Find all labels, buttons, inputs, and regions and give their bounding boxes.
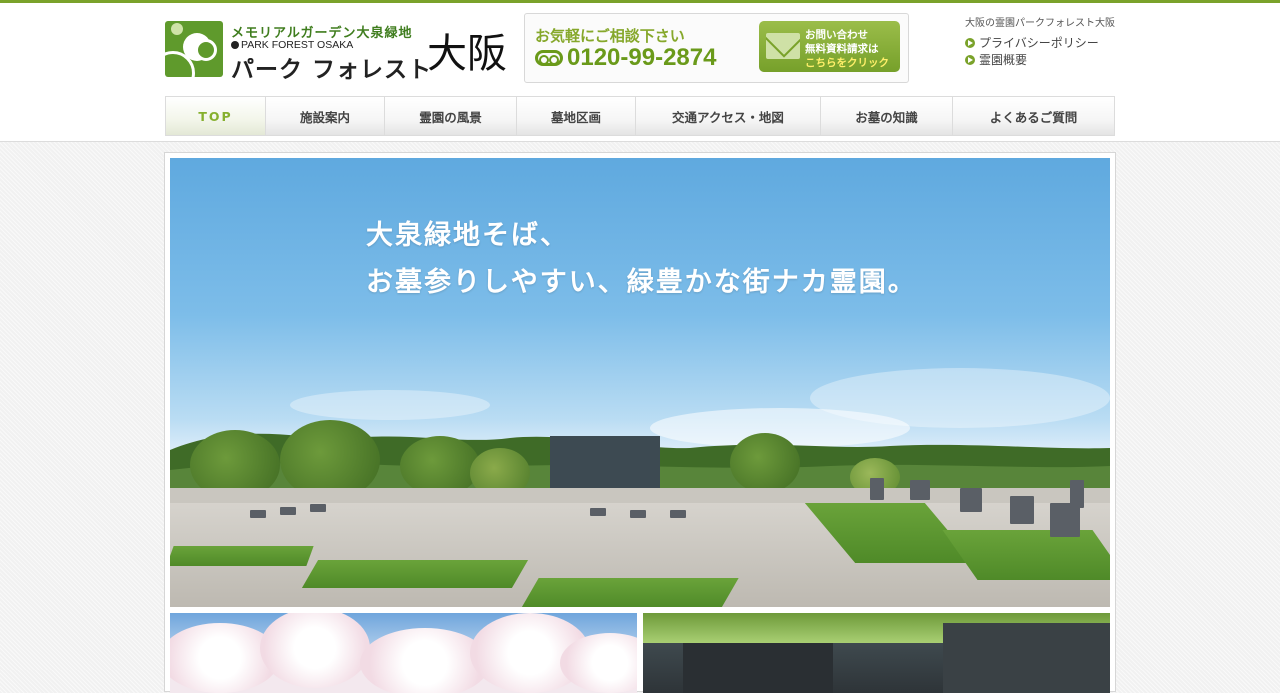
grave-plot-thumbnail[interactable] xyxy=(643,613,1110,693)
mail-icon xyxy=(766,33,800,59)
cemetery-overview-label: 霊園概要 xyxy=(979,53,1028,67)
inquiry-button-line1: お問い合わせ xyxy=(805,29,868,41)
site-logo[interactable]: メモリアルガーデン大泉緑地 PARK FOREST OSAKA パーク フォレス… xyxy=(165,20,507,83)
free-dial-icon xyxy=(535,50,563,66)
nav-scenery[interactable]: 霊園の風景 xyxy=(385,97,517,135)
tel-number: 0120-99-2874 xyxy=(567,44,717,71)
inquiry-button[interactable]: お問い合わせ 無料資料請求は こちらをクリック xyxy=(759,21,900,72)
nav-top[interactable]: TOP xyxy=(166,97,266,135)
global-nav: TOP 施設案内 霊園の風景 墓地区画 交通アクセス・地図 お墓の知識 よくある… xyxy=(165,96,1115,136)
hero-headline-2: お墓参りしやすい、緑豊かな街ナカ霊園。 xyxy=(366,267,917,298)
main-content: 大泉緑地そば、 お墓参りしやすい、緑豊かな街ナカ霊園。 xyxy=(164,152,1116,693)
cemetery-overview-link[interactable]: 霊園概要 xyxy=(965,51,1027,68)
nav-access-map[interactable]: 交通アクセス・地図 xyxy=(636,97,821,135)
header-band: メモリアルガーデン大泉緑地 PARK FOREST OSAKA パーク フォレス… xyxy=(0,3,1280,142)
logo-name: パーク フォレスト xyxy=(231,57,433,83)
contact-tel[interactable]: 0120-99-2874 xyxy=(535,44,716,72)
contact-box: お気軽にご相談下さい 0120-99-2874 お問い合わせ 無料資料請求は こ… xyxy=(524,13,909,83)
hero-headline-1: 大泉緑地そば、 xyxy=(366,220,569,251)
privacy-policy-label: プライバシーポリシー xyxy=(979,36,1099,50)
nav-faq[interactable]: よくあるご質問 xyxy=(953,97,1114,135)
logo-dot-icon xyxy=(231,41,239,49)
nav-facilities[interactable]: 施設案内 xyxy=(266,97,385,135)
nav-grave-knowledge[interactable]: お墓の知識 xyxy=(821,97,953,135)
contact-lead: お気軽にご相談下さい xyxy=(535,27,685,45)
nav-plots[interactable]: 墓地区画 xyxy=(517,97,636,135)
logo-mark-icon xyxy=(165,21,223,77)
cherry-blossom-thumbnail[interactable] xyxy=(170,613,637,693)
arrow-bullet-icon xyxy=(965,55,975,65)
site-name: 大阪の霊園パークフォレスト大阪 xyxy=(965,18,1115,29)
logo-city: 大阪 xyxy=(427,31,507,77)
arrow-bullet-icon xyxy=(965,38,975,48)
header: メモリアルガーデン大泉緑地 PARK FOREST OSAKA パーク フォレス… xyxy=(165,3,1115,142)
inquiry-button-line3: こちらをクリック xyxy=(805,57,889,69)
privacy-policy-link[interactable]: プライバシーポリシー xyxy=(965,34,1099,51)
hero-image: 大泉緑地そば、 お墓参りしやすい、緑豊かな街ナカ霊園。 xyxy=(170,158,1110,607)
inquiry-button-line2: 無料資料請求は xyxy=(805,43,879,55)
